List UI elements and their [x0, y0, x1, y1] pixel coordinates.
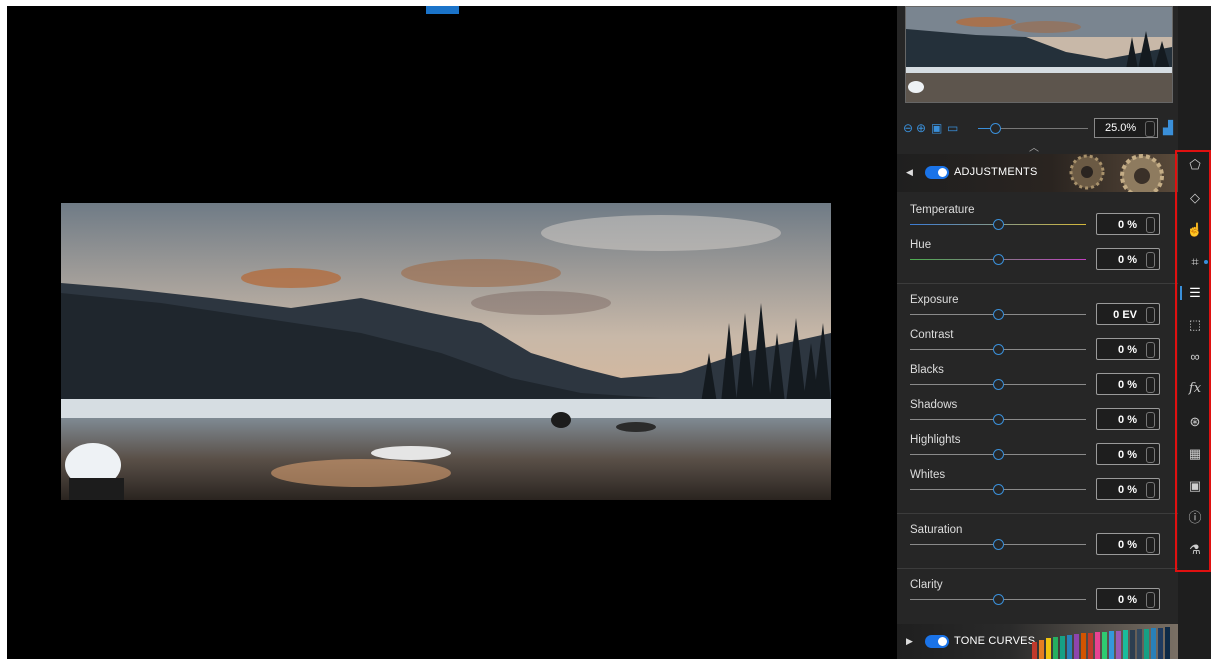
blacks-spinner[interactable] — [1146, 377, 1155, 393]
fit-screen-icon[interactable]: ▭ — [947, 121, 958, 135]
contrast-spinner[interactable] — [1146, 342, 1155, 358]
shadows-slider: Shadows 0 % — [910, 399, 1165, 433]
temperature-value[interactable]: 0 % — [1096, 213, 1160, 235]
divider — [897, 513, 1178, 514]
adjustments-header[interactable]: ◀ ADJUSTMENTS — [897, 154, 1178, 192]
hue-label: Hue — [910, 239, 932, 251]
contrast-value[interactable]: 0 % — [1096, 338, 1160, 360]
clarity-spinner[interactable] — [1146, 592, 1155, 608]
clarity-thumb[interactable] — [993, 594, 1004, 605]
blacks-slider: Blacks 0 % — [910, 364, 1165, 398]
contrast-thumb[interactable] — [993, 344, 1004, 355]
tone-curves-toggle[interactable] — [925, 635, 949, 648]
navigator-thumbnail[interactable] — [905, 6, 1173, 103]
actual-size-icon[interactable]: ▣ — [931, 121, 942, 135]
highlights-slider: Highlights 0 % — [910, 434, 1165, 468]
temperature-thumb[interactable] — [993, 219, 1004, 230]
zoom-out-icon[interactable]: ⊖ — [903, 121, 913, 135]
photo-preview[interactable] — [61, 203, 831, 500]
highlights-spinner[interactable] — [1146, 447, 1155, 463]
saturation-value[interactable]: 0 % — [1096, 533, 1160, 555]
saturation-slider: Saturation 0 % — [910, 524, 1165, 558]
saturation-label: Saturation — [910, 524, 963, 536]
right-panel: ⊖ ⊕ ▣ ▭ 25.0% ▟ ︿ ◀ ADJUSTMENTS Temperat… — [897, 6, 1178, 659]
pencils-banner-icon — [1032, 627, 1170, 659]
adjustments-title: ADJUSTMENTS — [954, 166, 1038, 178]
active-tab-indicator — [426, 6, 459, 14]
zoom-slider-thumb[interactable] — [990, 123, 1001, 134]
clarity-label: Clarity — [910, 579, 943, 591]
zoom-value-text: 25.0% — [1105, 122, 1137, 134]
whites-value[interactable]: 0 % — [1096, 478, 1160, 500]
hue-spinner[interactable] — [1146, 252, 1155, 268]
exposure-label: Exposure — [910, 294, 959, 306]
zoom-spinner[interactable] — [1145, 121, 1155, 137]
expand-triangle-icon[interactable]: ▶ — [906, 636, 913, 647]
blacks-value[interactable]: 0 % — [1096, 373, 1160, 395]
contrast-label: Contrast — [910, 329, 954, 341]
whites-label: Whites — [910, 469, 946, 481]
whites-slider: Whites 0 % — [910, 469, 1165, 503]
collapse-caret-icon[interactable]: ︿ — [1029, 139, 1039, 154]
saturation-thumb[interactable] — [993, 539, 1004, 550]
zoom-in-icon[interactable]: ⊕ — [916, 121, 926, 135]
divider — [897, 283, 1178, 284]
whites-spinner[interactable] — [1146, 482, 1155, 498]
saturation-spinner[interactable] — [1146, 537, 1155, 553]
blacks-label: Blacks — [910, 364, 944, 376]
shadows-thumb[interactable] — [993, 414, 1004, 425]
hue-value[interactable]: 0 % — [1096, 248, 1160, 270]
exposure-spinner[interactable] — [1146, 307, 1155, 323]
temperature-spinner[interactable] — [1146, 217, 1155, 233]
exposure-thumb[interactable] — [993, 309, 1004, 320]
contrast-slider: Contrast 0 % — [910, 329, 1165, 363]
zoom-controls: ⊖ ⊕ ▣ ▭ 25.0% ▟ — [903, 118, 1173, 140]
collapse-triangle-icon[interactable]: ◀ — [906, 167, 913, 178]
highlights-label: Highlights — [910, 434, 961, 446]
whites-thumb[interactable] — [993, 484, 1004, 495]
temperature-label: Temperature — [910, 204, 975, 216]
hue-slider: Hue 0 % — [910, 239, 1165, 273]
adjustments-toggle[interactable] — [925, 166, 949, 179]
divider — [897, 568, 1178, 569]
shadows-spinner[interactable] — [1146, 412, 1155, 428]
shadows-value[interactable]: 0 % — [1096, 408, 1160, 430]
highlights-thumb[interactable] — [993, 449, 1004, 460]
clarity-value[interactable]: 0 % — [1096, 588, 1160, 610]
hue-thumb[interactable] — [993, 254, 1004, 265]
blacks-thumb[interactable] — [993, 379, 1004, 390]
tone-curves-header[interactable]: ▶ TONE CURVES — [897, 624, 1178, 659]
temperature-slider: Temperature 0 % — [910, 204, 1165, 238]
gears-banner-icon — [1069, 154, 1164, 192]
zoom-value-input[interactable]: 25.0% — [1094, 118, 1158, 138]
exposure-value[interactable]: 0 EV — [1096, 303, 1160, 325]
highlights-value[interactable]: 0 % — [1096, 443, 1160, 465]
tone-curves-title: TONE CURVES — [954, 635, 1036, 647]
tool-rail-highlight-box — [1175, 150, 1211, 572]
clarity-slider: Clarity 0 % — [910, 579, 1165, 613]
shadows-label: Shadows — [910, 399, 958, 411]
exposure-slider: Exposure 0 EV — [910, 294, 1165, 328]
histogram-icon[interactable]: ▟ — [1163, 120, 1173, 136]
